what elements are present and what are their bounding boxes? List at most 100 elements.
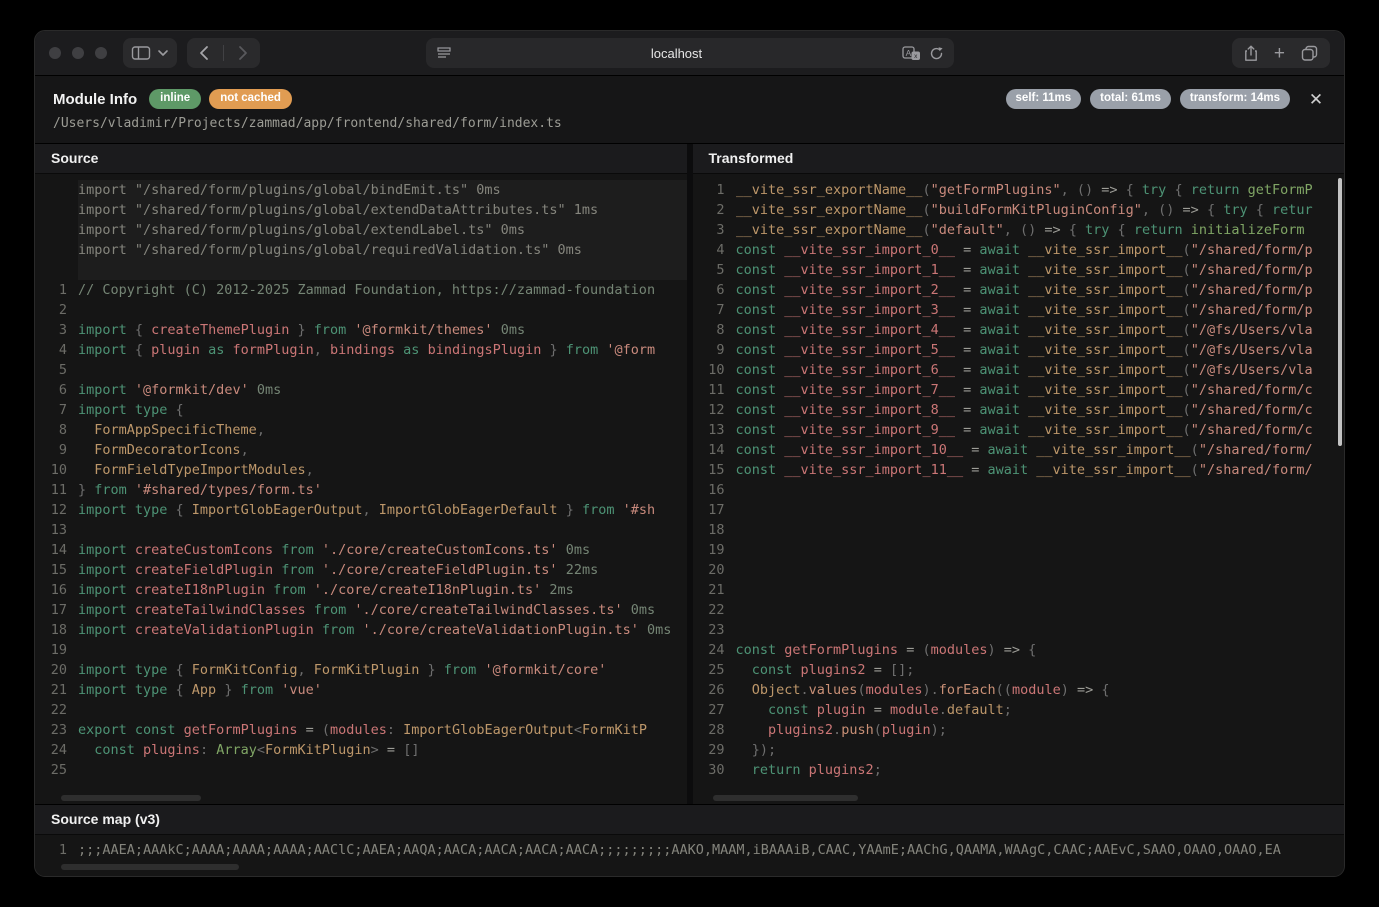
code-line: 1// Copyright (C) 2012-2025 Zammad Found… [41,280,687,300]
code-line: 24 const plugins: Array<FormKitPlugin> =… [41,740,687,760]
transformed-pane: Transformed 1__vite_ssr_exportName__("ge… [693,144,1345,804]
code-line: import "/shared/form/plugins/global/bind… [41,180,687,200]
status-badge: inline [149,89,201,109]
code-line: 7const __vite_ssr_import_3__ = await __v… [699,300,1345,320]
browser-toolbar: localhost A x [35,31,1344,76]
forward-icon [238,45,248,61]
code-line: 16import createI18nPlugin from './core/c… [41,580,687,600]
sourcemap-title: Source map (v3) [35,805,1344,835]
url-text: localhost [452,46,902,61]
code-line: 25 const plugins2 = []; [699,660,1345,680]
code-line: 23 [699,620,1345,640]
code-line: 10 FormFieldTypeImportModules, [41,460,687,480]
sidebar-icon [131,45,151,61]
code-line: import "/shared/form/plugins/global/requ… [41,240,687,260]
code-line: 21 [699,580,1345,600]
reader-icon [436,46,452,60]
code-line: 20 [699,560,1345,580]
code-line: 27 const plugin = module.default; [699,700,1345,720]
address-bar[interactable]: localhost A x [426,38,954,68]
code-line: 6const __vite_ssr_import_2__ = await __v… [699,280,1345,300]
transformed-code-view[interactable]: 1__vite_ssr_exportName__("getFormPlugins… [693,174,1345,804]
page-title: Module Info [53,91,137,108]
code-line: 5 [41,360,687,380]
sourcemap-section: Source map (v3) 1;;;AAEA;AAAkC;AAAA;AAAA… [35,804,1344,876]
code-line: 15const __vite_ssr_import_11__ = await _… [699,460,1345,480]
code-line: 15import createFieldPlugin from './core/… [41,560,687,580]
code-line: 29 }); [699,740,1345,760]
code-line: import "/shared/form/plugins/global/exte… [41,220,687,240]
code-line: 24const getFormPlugins = (modules) => { [699,640,1345,660]
share-icon [1244,45,1258,62]
code-line: 11} from '#shared/types/form.ts' [41,480,687,500]
forward-button[interactable] [238,45,248,61]
transformed-pane-title: Transformed [693,144,1345,174]
code-line: 14const __vite_ssr_import_10__ = await _… [699,440,1345,460]
translate-button[interactable]: A x [902,46,921,61]
code-line: 17import createTailwindClasses from './c… [41,600,687,620]
code-line: 3import { createThemePlugin } from '@for… [41,320,687,340]
code-line: 5const __vite_ssr_import_1__ = await __v… [699,260,1345,280]
tab-overview-button[interactable] [1301,45,1318,61]
code-line: 8const __vite_ssr_import_4__ = await __v… [699,320,1345,340]
sourcemap-code-view[interactable]: 1;;;AAEA;AAAkC;AAAA;AAAA;AAAA;AAClC;AAEA… [35,835,1344,862]
new-tab-button[interactable]: + [1274,44,1285,63]
reload-button[interactable] [929,46,944,61]
code-line: 25 [41,760,687,780]
browser-window: localhost A x [34,30,1345,877]
code-line: 19 [699,540,1345,560]
minimize-window-button[interactable] [72,47,84,59]
source-code-view[interactable]: import "/shared/form/plugins/global/bind… [35,174,687,804]
code-line: 10const __vite_ssr_import_6__ = await __… [699,360,1345,380]
source-horizontal-scrollbar[interactable] [61,795,201,801]
sidebar-button-group [123,38,177,68]
share-button[interactable] [1244,45,1258,62]
zoom-window-button[interactable] [95,47,107,59]
transformed-horizontal-scrollbar[interactable] [713,795,858,801]
timing-badge: self: 11ms [1006,89,1082,109]
window-controls [49,47,107,59]
code-line: 22 [41,700,687,720]
code-line: 2__vite_ssr_exportName__("buildFormKitPl… [699,200,1345,220]
code-line: 1;;;AAEA;AAAkC;AAAA;AAAA;AAAA;AAClC;AAEA… [41,840,1344,860]
window-actions-group: + [1232,38,1330,68]
timing-badge: transform: 14ms [1180,89,1290,109]
code-line: 2 [41,300,687,320]
code-line: 20import type { FormKitConfig, FormKitPl… [41,660,687,680]
code-line: 18import createValidationPlugin from './… [41,620,687,640]
back-button[interactable] [199,45,209,61]
nav-divider [223,45,224,61]
reload-icon [929,46,944,61]
code-line: 4import { plugin as formPlugin, bindings… [41,340,687,360]
code-line: 9const __vite_ssr_import_5__ = await __v… [699,340,1345,360]
sidebar-menu-button[interactable] [157,49,169,57]
transformed-vertical-scrollbar[interactable] [1338,178,1342,446]
code-line: 4const __vite_ssr_import_0__ = await __v… [699,240,1345,260]
code-line: 30 return plugins2; [699,760,1345,780]
code-line: 11const __vite_ssr_import_7__ = await __… [699,380,1345,400]
code-line: 28 plugins2.push(plugin); [699,720,1345,740]
code-line: 19 [41,640,687,660]
translate-icon: A x [902,46,921,61]
code-line: 6import '@formkit/dev' 0ms [41,380,687,400]
back-icon [199,45,209,61]
module-file-path[interactable]: /Users/vladimir/Projects/zammad/app/fron… [53,116,1326,131]
code-line [41,260,687,280]
code-panes: Source import "/shared/form/plugins/glob… [35,143,1344,804]
code-line: 8 FormAppSpecificTheme, [41,420,687,440]
chevron-down-icon [157,49,169,57]
sidebar-toggle-button[interactable] [131,45,151,61]
reader-mode-button[interactable] [436,46,452,60]
svg-text:A: A [905,47,911,57]
timing-badges: self: 11mstotal: 61mstransform: 14ms [1006,89,1290,109]
close-window-button[interactable] [49,47,61,59]
code-line: import "/shared/form/plugins/global/exte… [41,200,687,220]
code-line: 17 [699,500,1345,520]
module-badges: inlinenot cached [149,89,292,109]
code-line: 21import type { App } from 'vue' [41,680,687,700]
close-panel-button[interactable]: ✕ [1306,89,1326,109]
code-line: 26 Object.values(modules).forEach((modul… [699,680,1345,700]
code-line: 9 FormDecoratorIcons, [41,440,687,460]
module-info-header: Module Info inlinenot cached self: 11mst… [35,76,1344,143]
sourcemap-horizontal-scrollbar[interactable] [61,864,239,870]
